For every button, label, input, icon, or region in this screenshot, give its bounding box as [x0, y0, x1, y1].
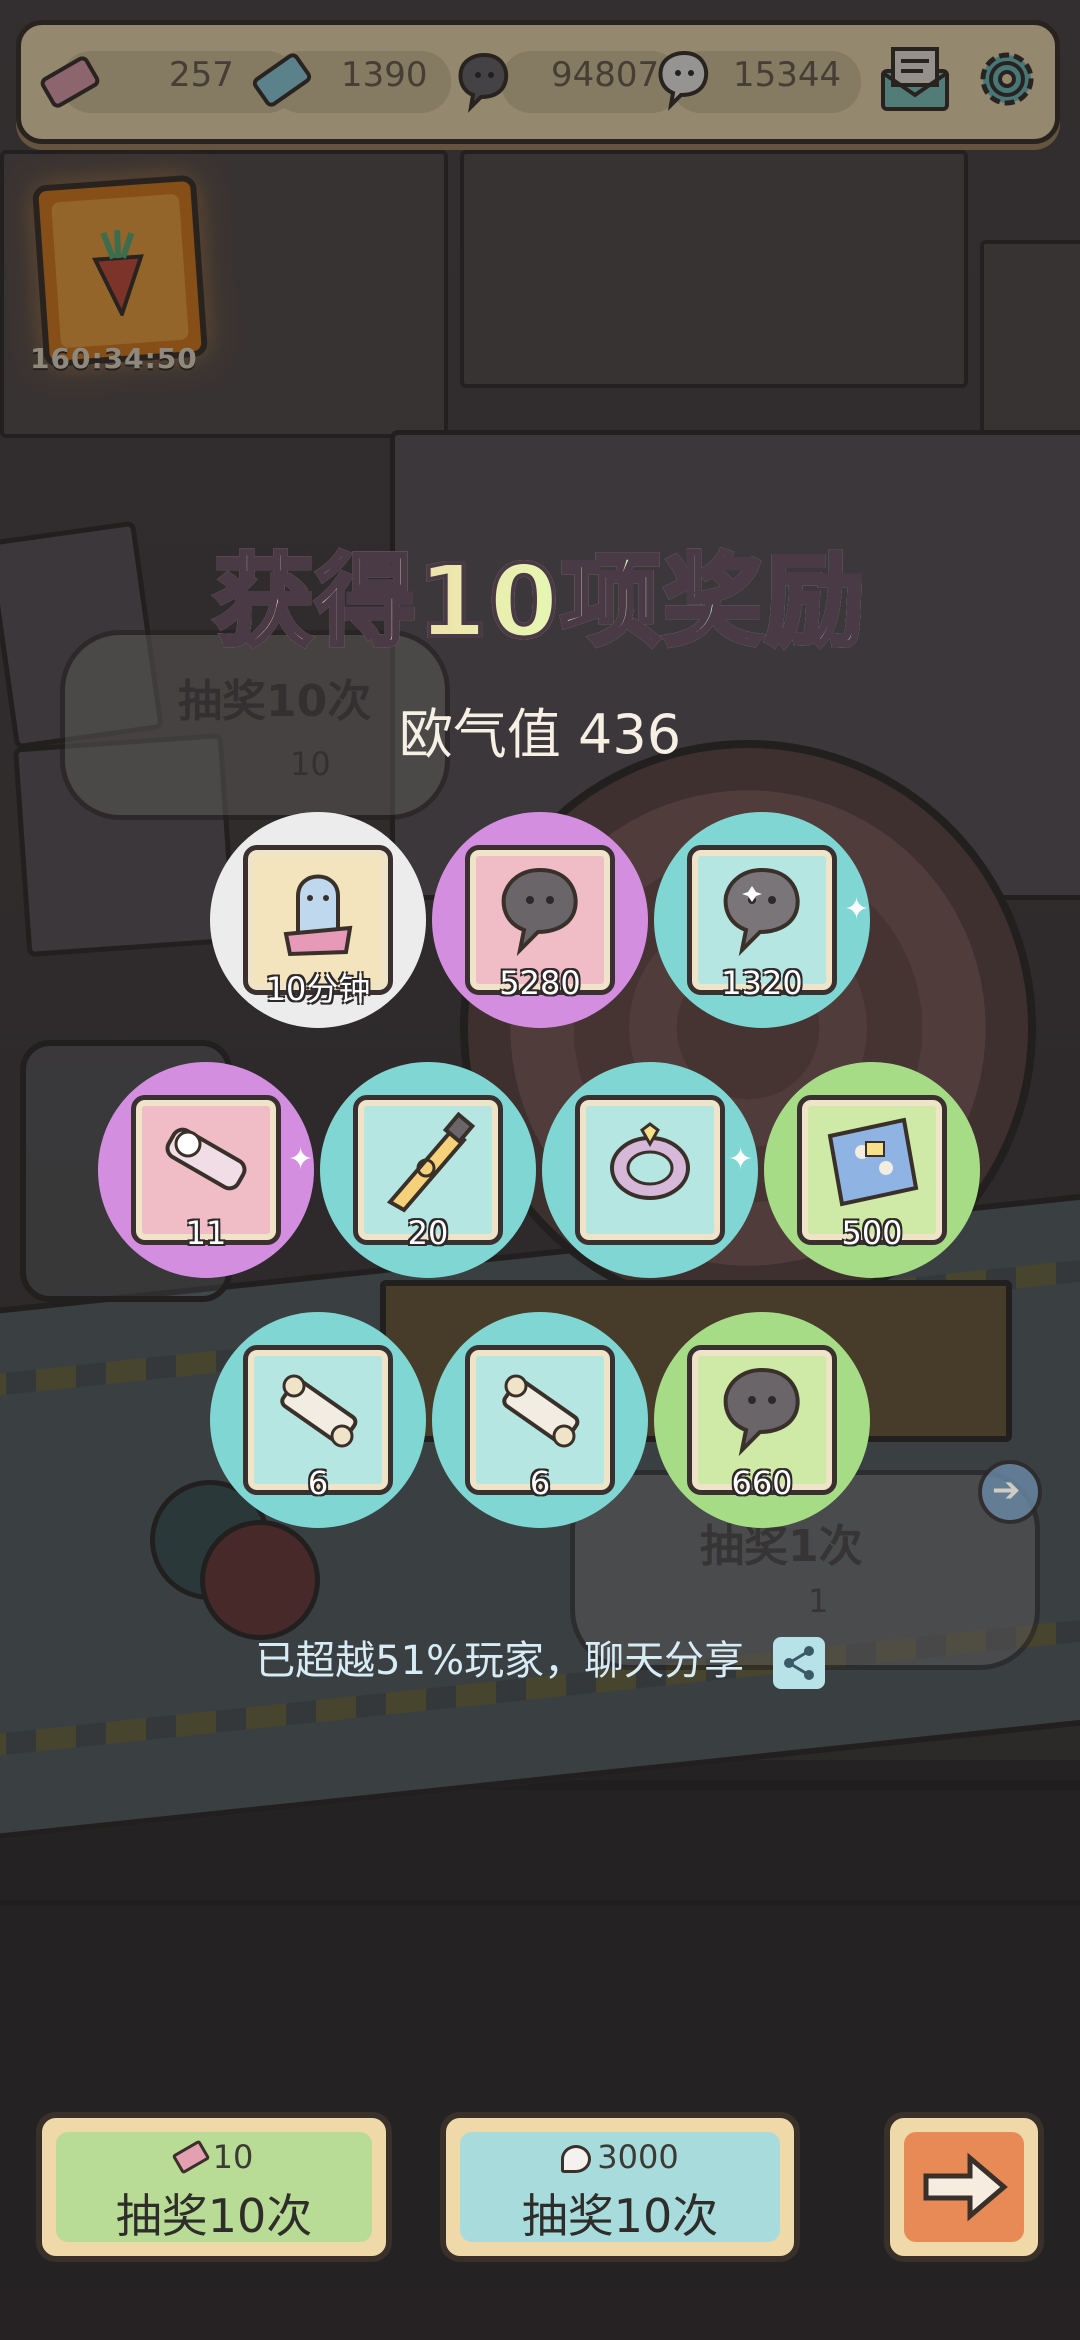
pink-ticket-icon [171, 2139, 210, 2175]
dark-soul-icon [702, 856, 822, 966]
next-button[interactable] [884, 2112, 1044, 2262]
reward-item[interactable]: 6 [210, 1312, 426, 1528]
reward-item[interactable]: 1320 ✦ [654, 812, 870, 1028]
button-label: 抽奖10次 [521, 2189, 719, 2243]
reward-item[interactable]: 10分钟 [210, 812, 426, 1028]
reward-item[interactable]: 20 [320, 1062, 536, 1278]
arrow-right-icon: ➔ [992, 1470, 1021, 1510]
reward-qty: 660 [731, 1464, 793, 1502]
dark-soul-icon [480, 856, 600, 966]
button-cost: 3000 [446, 2138, 794, 2176]
next-page-bubble[interactable]: ➔ [978, 1460, 1042, 1524]
dark-soul-icon [702, 1356, 822, 1466]
ticket-cost: 10 [212, 2138, 254, 2176]
sparkle-icon: ✦ [844, 892, 870, 927]
reward-qty: 6 [307, 1464, 329, 1502]
light-soul-icon [561, 2145, 592, 2173]
draw-10-ticket-button[interactable]: 10 抽奖10次 [36, 2112, 392, 2262]
reward-item[interactable]: 660 [654, 1312, 870, 1528]
reward-qty: 11 [185, 1214, 227, 1252]
blueprint-icon [812, 1106, 932, 1216]
scroll-icon [258, 1356, 378, 1466]
button-cost: 10 [42, 2138, 386, 2176]
share-icon[interactable] [772, 1637, 825, 1689]
reward-item[interactable]: 500 [764, 1062, 980, 1278]
result-title: 获得10项奖励 [0, 520, 1080, 665]
reward-qty: 6 [529, 1464, 551, 1502]
reward-qty: 5280 [499, 964, 581, 1002]
reward-item[interactable]: 5280 [432, 812, 648, 1028]
arrow-right-icon [920, 2152, 1010, 2226]
reward-item[interactable]: ✦ [542, 1062, 758, 1278]
scroll-icon [480, 1356, 600, 1466]
share-text: 已超越51%玩家，聊天分享 [255, 1638, 745, 1684]
reward-qty: 500 [841, 1214, 903, 1252]
reward-qty: 10分钟 [265, 970, 371, 1008]
sparkle-icon: ✦ [728, 1142, 754, 1177]
scroll-tube-icon [146, 1106, 266, 1216]
reward-item[interactable]: 11 ✦ [98, 1062, 314, 1278]
share-row[interactable]: 已超越51%玩家，聊天分享 [0, 1628, 1080, 1689]
draw-10-soul-button[interactable]: 3000 抽奖10次 [440, 2112, 800, 2262]
reward-qty: 1320 [721, 964, 803, 1002]
sparkle-icon: ✦ [288, 1142, 314, 1177]
ring-gem-icon [590, 1106, 710, 1216]
reward-qty: 20 [407, 1214, 449, 1252]
reward-item[interactable]: 6 [432, 1312, 648, 1528]
soul-cost: 3000 [597, 2138, 679, 2176]
ghost-costume-icon [258, 856, 378, 966]
paint-tube-icon [368, 1106, 488, 1216]
button-label: 抽奖10次 [115, 2189, 313, 2243]
luck-value: 欧气值 436 [398, 703, 682, 766]
